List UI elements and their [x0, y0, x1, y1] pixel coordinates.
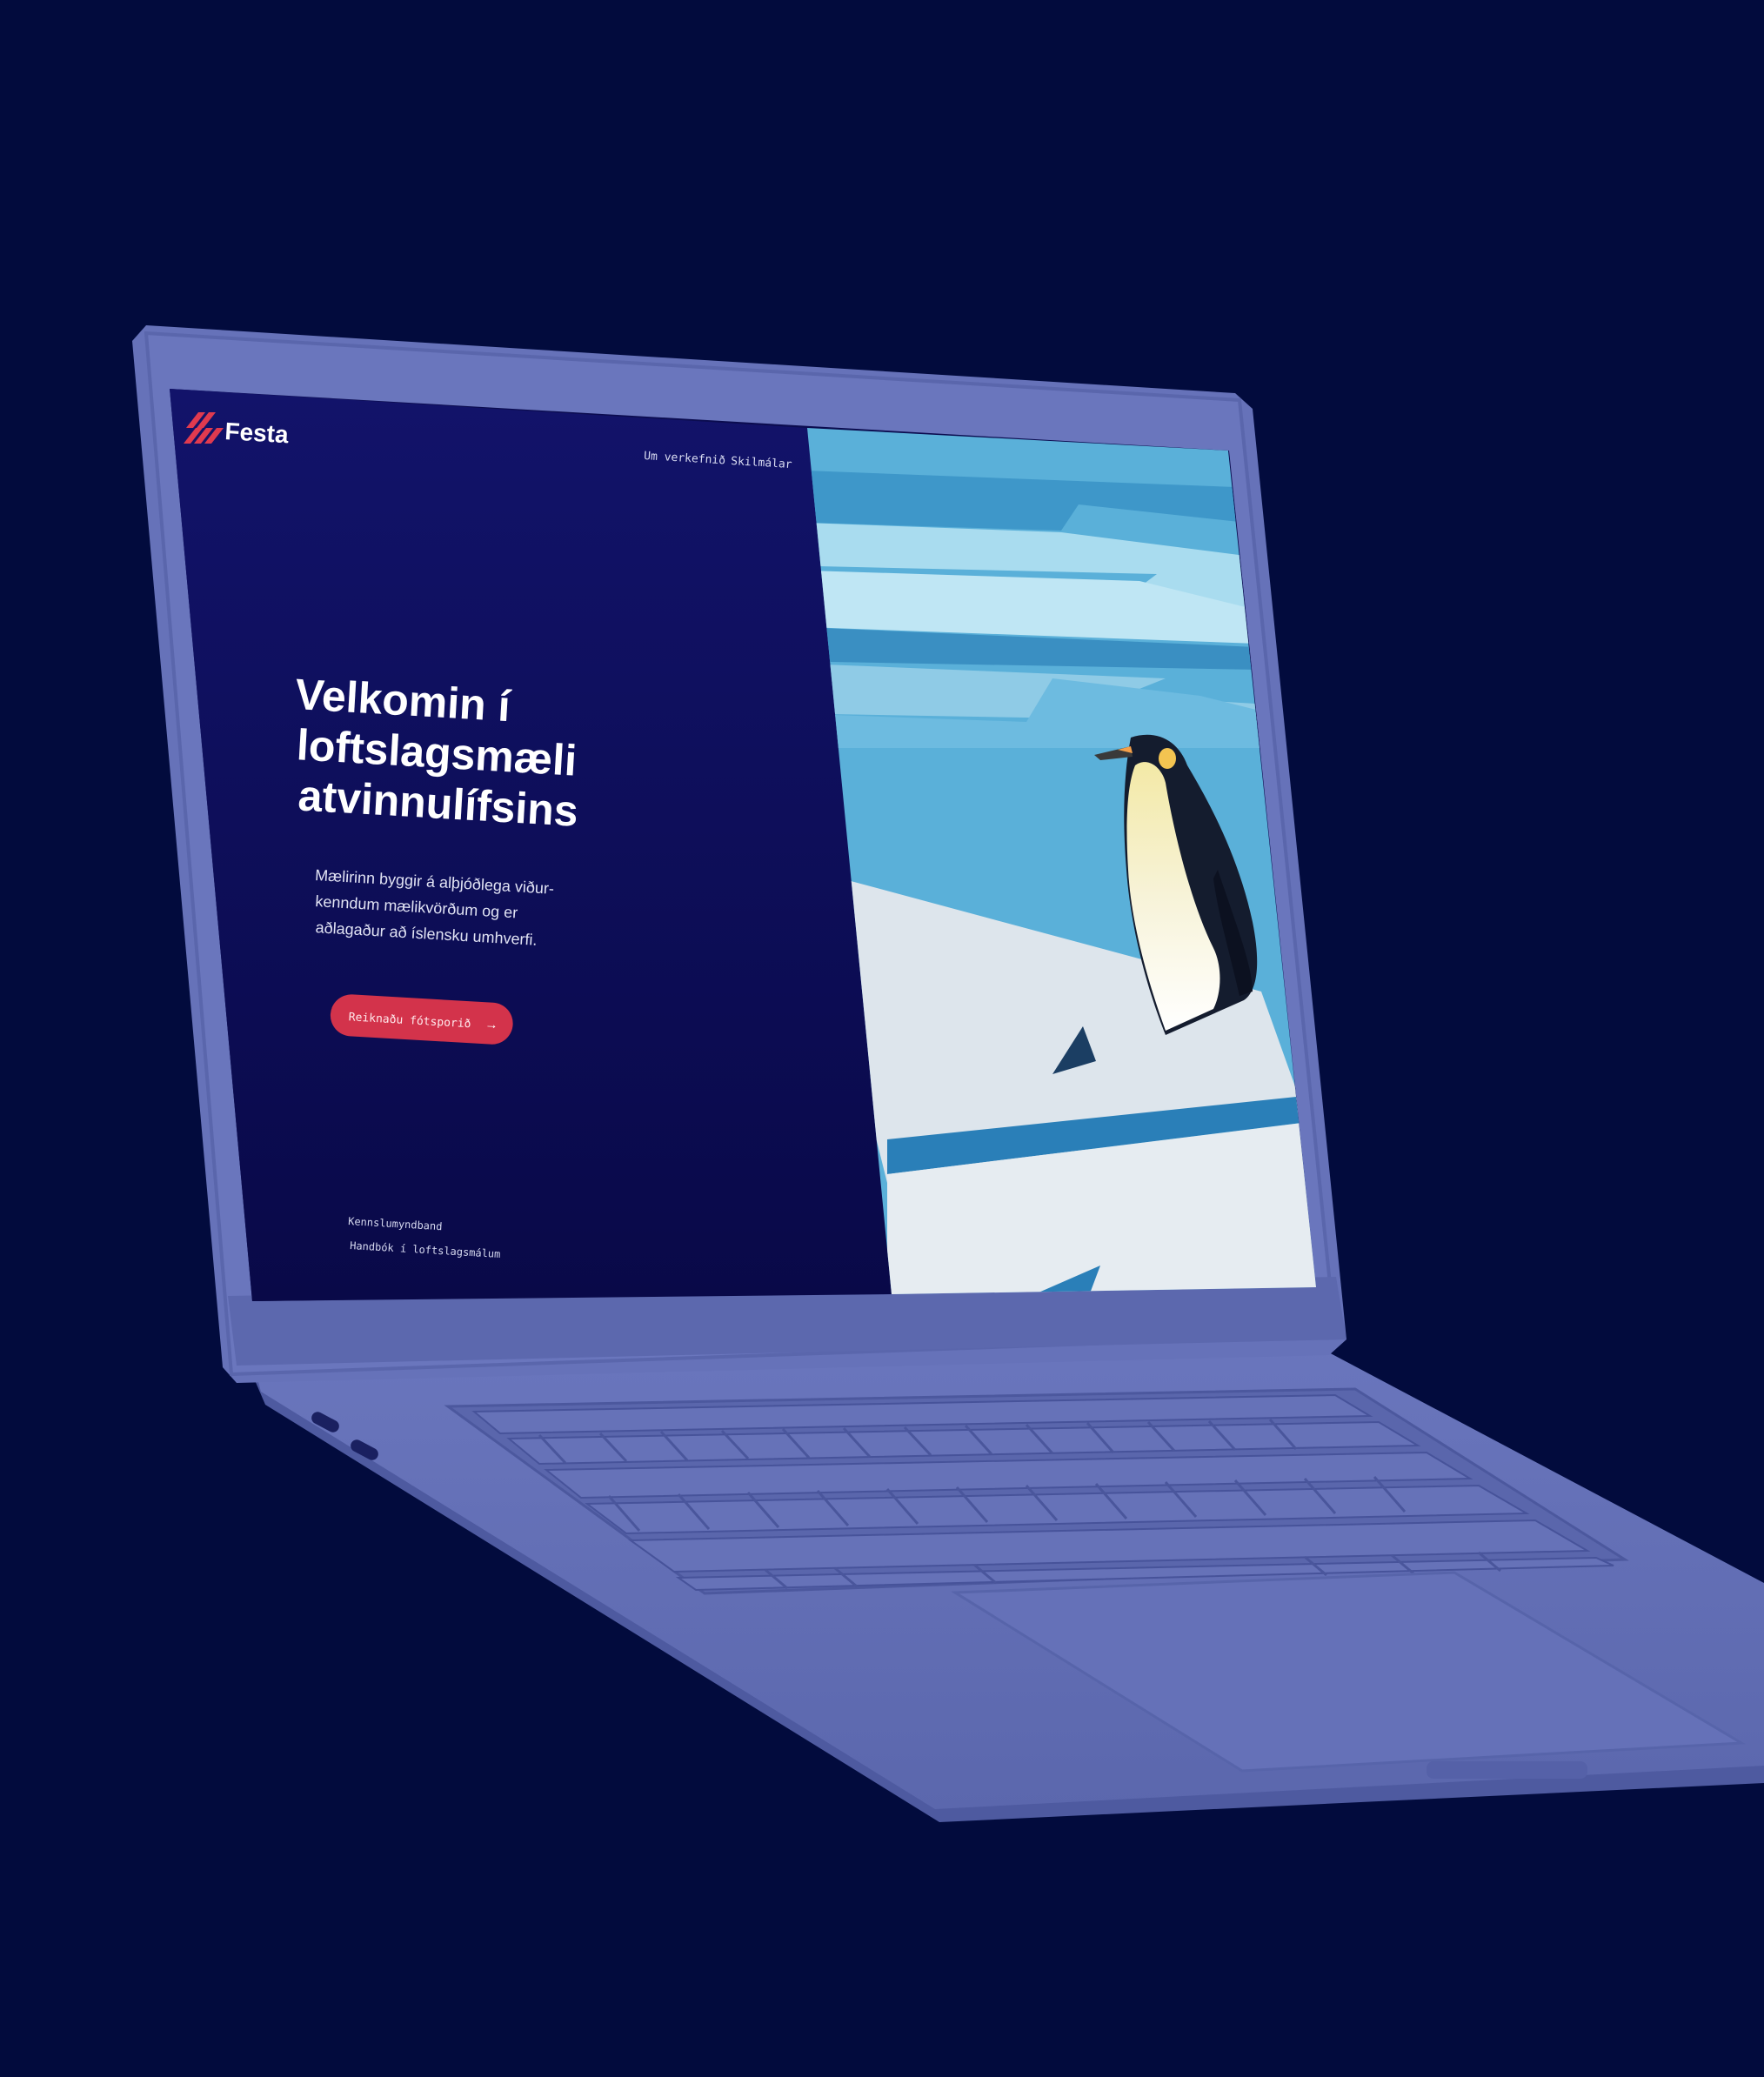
hero-panel — [170, 389, 892, 1301]
laptop-mockup: Festa Um verkefnið Skilmálar Velkomin í … — [132, 325, 1764, 1822]
front-notch — [1427, 1761, 1587, 1779]
brand-name[interactable]: Festa — [224, 417, 290, 448]
laptop-mockup-scene: Festa Um verkefnið Skilmálar Velkomin í … — [0, 0, 1764, 2077]
arrow-right-icon: → — [484, 1017, 498, 1032]
